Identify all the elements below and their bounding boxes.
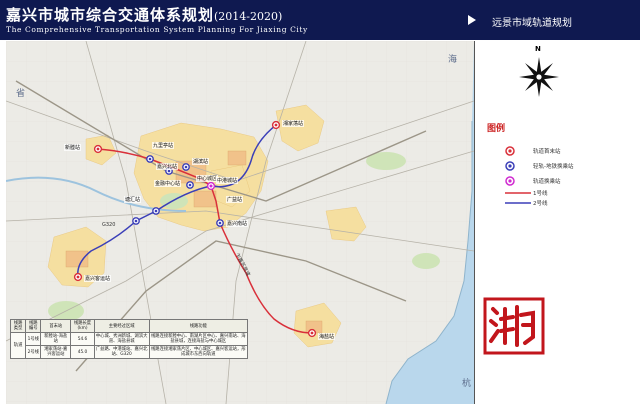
compass-rose-icon <box>519 57 559 97</box>
station-label: 塘汇站 <box>124 196 142 203</box>
legend-title: 图例 <box>487 124 506 134</box>
station-haiyan[interactable] <box>307 328 317 338</box>
station-zhonggangcheng[interactable] <box>206 181 216 191</box>
magenta-circle-marker-icon <box>505 176 515 186</box>
header-bar: 嘉兴市城市综合交通体系规划(2014-2020) The Comprehensi… <box>0 0 640 40</box>
station-guangyi[interactable] <box>152 207 160 215</box>
table-header: 线路长度(km) <box>70 319 95 333</box>
page-subtitle: 远景市域轨道规划 <box>492 18 572 29</box>
station-center[interactable] <box>186 181 194 189</box>
station-label: 湖滨站 <box>192 158 210 165</box>
table-header-row: 线路类型 线路编号 首末站 线路长度(km) 主要经过区域 线路功能 <box>9 319 249 333</box>
place-label: 省 <box>16 89 26 99</box>
table-cell: 2号线 <box>25 345 42 359</box>
table-header: 主要经过区域 <box>93 319 150 333</box>
table-cell: 54.6 <box>70 332 95 346</box>
legend-label: 2号线 <box>533 201 548 207</box>
table-row: 轨道 1号线 新塍站-海盐站 54.6 中心城、秀洲新城、湖滨大道、海盐县城 线… <box>9 332 249 359</box>
table-cell: 1号线 <box>25 332 42 346</box>
station-label: 湘家荡站 <box>282 120 305 127</box>
station-label: 中心城区 <box>196 175 219 182</box>
station-label: 九里亭站 <box>152 142 175 149</box>
page-title: 嘉兴市城市综合交通体系规划(2014-2020) <box>6 6 283 24</box>
table-cell: 湘家荡站-嘉兴客运站 <box>40 345 72 359</box>
legend-label: 轨道首末站 <box>533 149 561 155</box>
station-label: 中港城站 <box>216 177 239 184</box>
station-label: 嘉兴客运站 <box>84 275 112 282</box>
table-cell: 轨道 <box>9 332 27 359</box>
legend-panel: N 图例 轨道首末站 轻轨-地铁换乘站 轨道换乘站 1号线 2号线 <box>474 41 640 404</box>
table-cell: 线路连接新塍中心、南湖片区中心、嘉兴南站、海盐县城，连接海盐与中心城区 <box>148 332 249 346</box>
station-jiaxing-south[interactable] <box>216 219 224 227</box>
page-title-years: (2014-2020) <box>214 10 283 23</box>
station-label: 嘉兴南站 <box>226 220 249 227</box>
station-jiulitng[interactable] <box>146 155 154 163</box>
play-triangle-icon <box>468 15 476 25</box>
table-row: 2号线 湘家荡站-嘉兴客运站 45.0 广益路、中港城站、嘉兴北站、G320 线… <box>11 345 249 359</box>
legend-label: 轻轨-地铁换乘站 <box>533 164 574 170</box>
station-xiangjiadang[interactable] <box>271 120 281 130</box>
red-line-icon <box>505 192 531 194</box>
legend-label: 1号线 <box>533 191 548 197</box>
red-circle-marker-icon <box>505 146 515 156</box>
page-title-en: The Comprehensive Transportation System … <box>6 25 308 34</box>
table-cell: 线路连接湘家荡片区、中心城区、嘉兴客运站，形成城市东西向轨道 <box>148 345 249 359</box>
blue-line-icon <box>505 202 531 204</box>
station-tanghui[interactable] <box>132 217 140 225</box>
road-label: G320 <box>102 222 116 228</box>
table-header: 线路功能 <box>148 319 249 333</box>
table-cell: 新塍站-海盐站 <box>40 332 72 346</box>
station-label: 广益站 <box>226 196 244 203</box>
table-cell: 广益路、中港城站、嘉兴北站、G320 <box>93 345 150 359</box>
station-xincheng[interactable] <box>93 144 103 154</box>
place-label: 海 <box>448 55 458 65</box>
station-label: 新塍站 <box>64 144 82 151</box>
place-label: 杭 <box>462 379 472 389</box>
blue-circle-marker-icon <box>505 161 515 171</box>
station-label: 海盐站 <box>318 333 336 340</box>
station-bus-terminal[interactable] <box>73 272 83 282</box>
line-info-table: 线路类型 线路编号 首末站 线路长度(km) 主要经过区域 线路功能 轨道 1号… <box>9 319 249 359</box>
table-header: 线路编号 <box>25 319 42 333</box>
station-label: 嘉兴北站 <box>156 163 179 170</box>
table-cell: 中心城、秀洲新城、湖滨大道、海盐县城 <box>93 332 150 346</box>
table-header: 线路类型 <box>9 319 27 333</box>
zhe-seal-logo <box>483 297 545 355</box>
station-label: 金融中心站 <box>154 180 182 187</box>
north-label: N <box>535 45 541 53</box>
table-cell: 45.0 <box>70 345 95 359</box>
legend-label: 轨道换乘站 <box>533 179 561 185</box>
table-header: 首末站 <box>40 319 72 333</box>
station-hubin[interactable] <box>182 163 190 171</box>
